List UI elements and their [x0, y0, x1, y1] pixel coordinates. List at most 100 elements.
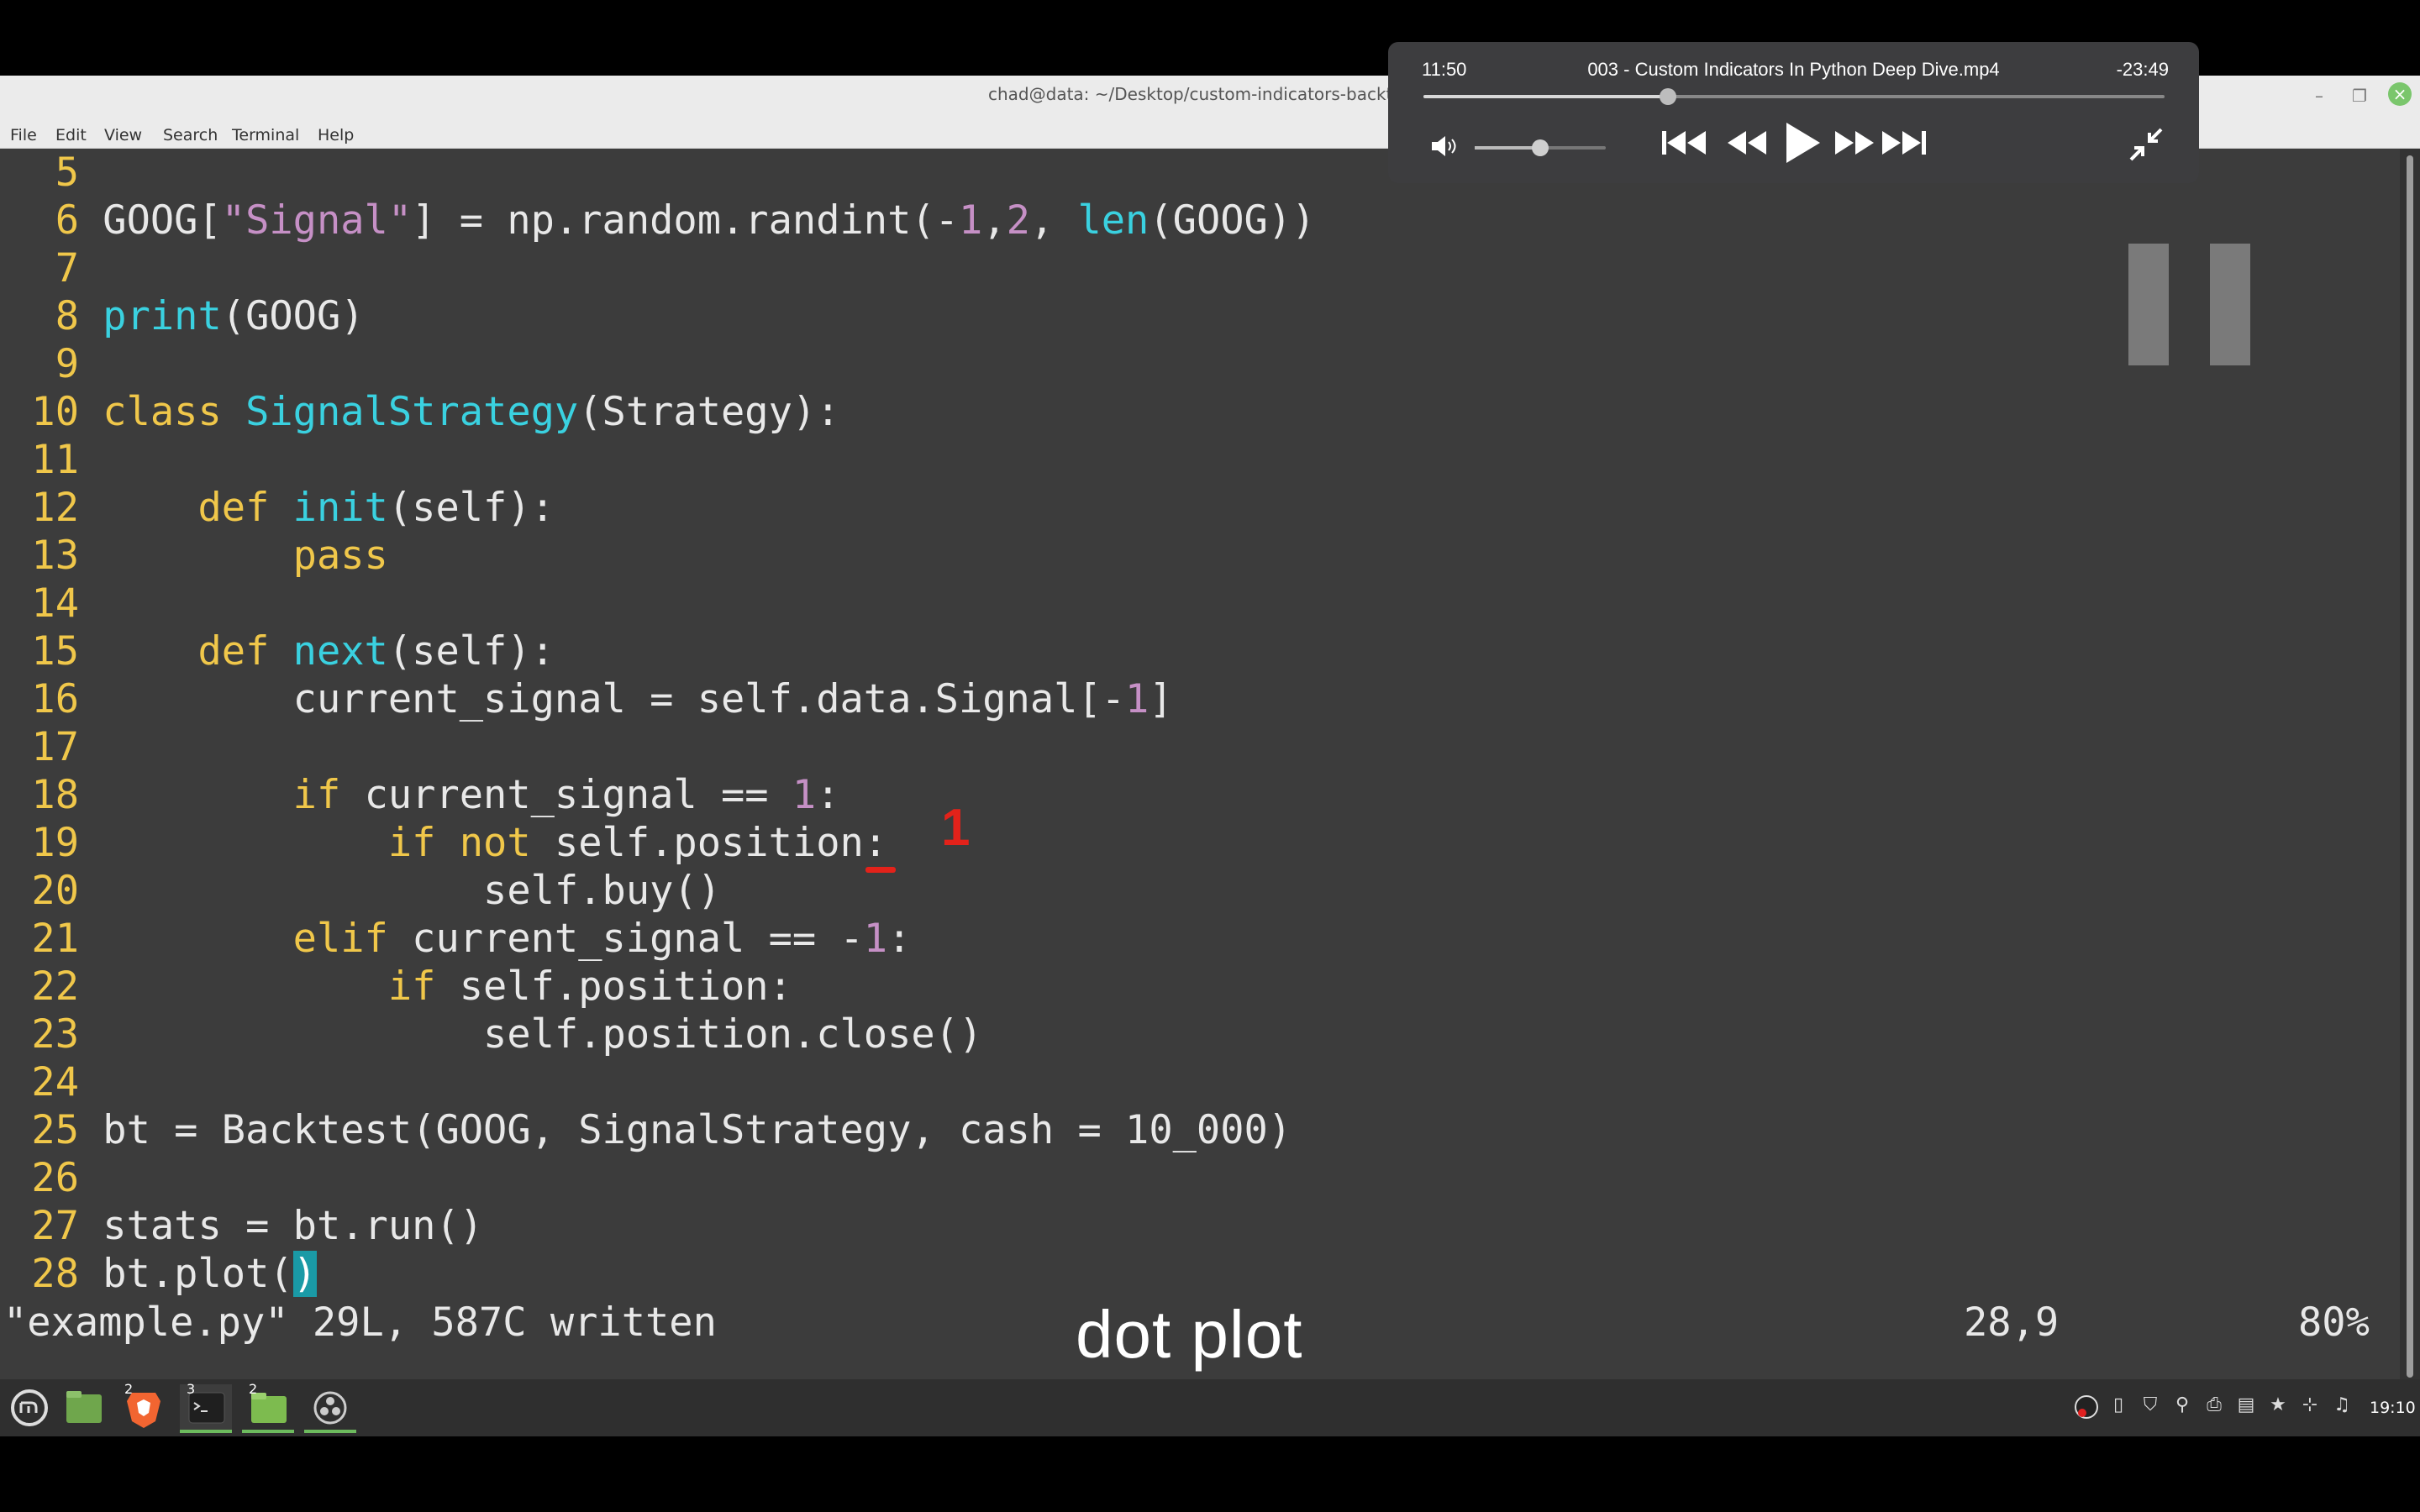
terminal-active-indicator — [180, 1430, 232, 1433]
code-token: self.position.close() — [103, 1011, 983, 1058]
code-line: 7 — [0, 244, 103, 292]
code-line: 15 def next(self): — [0, 627, 555, 675]
close-icon[interactable]: × — [2388, 82, 2412, 106]
code-token: (Strategy): — [578, 389, 840, 435]
brave-badge: 2 — [124, 1381, 134, 1397]
terminal-editor[interactable]: 5 6 GOOG["Signal"] = np.random.randint(-… — [0, 149, 2400, 1379]
folder-active-indicator — [242, 1430, 294, 1433]
line-number: 7 — [55, 245, 79, 291]
code-line: 26 — [0, 1154, 103, 1202]
skip-back-icon[interactable] — [1659, 124, 1709, 165]
code-token: GOOG[ — [103, 197, 222, 244]
taskbar — [0, 1379, 2420, 1436]
code-line: 5 — [0, 149, 103, 197]
cursor-position: 28,9 — [1964, 1299, 2060, 1346]
location-icon[interactable]: ⚲ — [2171, 1394, 2193, 1420]
menu-search[interactable]: Search — [163, 126, 218, 144]
obs-icon[interactable] — [304, 1384, 356, 1431]
code-line: 24 — [0, 1058, 103, 1106]
folder-badge: 2 — [249, 1381, 258, 1397]
code-token: ] — [1149, 676, 1173, 722]
maximize-icon[interactable]: ❐ — [2348, 84, 2371, 108]
obs-tray-icon[interactable] — [2074, 1394, 2098, 1420]
code-line: 20 self.buy() — [0, 867, 721, 915]
code-token: if — [103, 963, 460, 1010]
code-token: , — [982, 197, 1007, 244]
clipboard-icon[interactable]: ▯ — [2107, 1394, 2129, 1420]
code-token: def — [103, 628, 293, 675]
volume-fill — [1475, 146, 1540, 150]
code-line: 14 — [0, 580, 103, 627]
line-number: 24 — [31, 1059, 79, 1105]
window-title: chad@data: ~/Desktop/custom-indicators-b… — [988, 84, 1418, 104]
fast-forward-icon[interactable] — [1832, 124, 1879, 165]
annotation-dash — [865, 867, 896, 873]
code-token: bt = Backtest(GOOG, SignalStrategy, cash… — [103, 1107, 1292, 1153]
code-line: 16 current_signal = self.data.Signal[-1] — [0, 675, 1173, 723]
menu-help[interactable]: Help — [318, 126, 354, 144]
text-cursor: ) — [292, 1251, 317, 1297]
media-player-overlay[interactable]: 11:50 003 - Custom Indicators In Python … — [1388, 42, 2199, 183]
code-line: 17 — [0, 723, 103, 771]
pause-icon-left-bar — [2128, 244, 2169, 365]
scrollbar-thumb[interactable] — [2407, 155, 2413, 1378]
code-line: 27 stats = bt.run() — [0, 1202, 483, 1250]
code-token: 1 — [863, 916, 888, 962]
code-token: (self): — [387, 485, 555, 531]
player-remaining: -23:49 — [2116, 59, 2169, 80]
code-token: self.position: — [459, 963, 792, 1010]
play-icon[interactable] — [1780, 119, 1823, 170]
line-number: 28 — [31, 1251, 79, 1297]
menu-file[interactable]: File — [10, 126, 37, 144]
music-icon[interactable]: ♫ — [2331, 1394, 2353, 1420]
code-line: 23 self.position.close() — [0, 1011, 982, 1058]
menu-terminal[interactable]: Terminal — [232, 126, 299, 144]
code-token: current_signal == — [364, 772, 792, 818]
taskbar-clock[interactable]: 19:10 — [2370, 1399, 2416, 1417]
code-line: 21 elif current_signal == -1: — [0, 915, 911, 963]
code-token: class — [103, 389, 246, 435]
files-icon[interactable] — [57, 1384, 109, 1431]
line-number: 13 — [31, 533, 79, 579]
document-icon[interactable]: ▤ — [2235, 1394, 2257, 1420]
minimize-icon[interactable]: – — [2307, 84, 2331, 108]
letterbox-bottom — [0, 1436, 2420, 1512]
menu-edit[interactable]: Edit — [55, 126, 87, 144]
pause-icon-right-bar — [2210, 244, 2250, 365]
network-icon[interactable]: ⊹ — [2299, 1394, 2321, 1420]
star-icon[interactable]: ★ — [2267, 1394, 2289, 1420]
code-token: 2 — [1006, 197, 1030, 244]
rewind-icon[interactable] — [1723, 124, 1770, 165]
code-token: current_signal == - — [412, 916, 864, 962]
code-line: 28 bt.plot() — [0, 1250, 317, 1298]
line-number: 12 — [31, 485, 79, 531]
player-seek-knob[interactable] — [1660, 88, 1677, 105]
code-token: : — [816, 772, 840, 818]
code-line: 6 GOOG["Signal"] = np.random.randint(-1,… — [0, 197, 1316, 244]
skip-forward-icon[interactable] — [1879, 124, 1929, 165]
shield-icon[interactable]: ⛉ — [2139, 1394, 2161, 1420]
line-number: 17 — [31, 724, 79, 770]
volume-icon[interactable] — [1428, 133, 1459, 163]
video-caption: dot plot — [1076, 1297, 1303, 1372]
volume-slider[interactable] — [1475, 139, 1606, 156]
line-number: 8 — [55, 293, 79, 339]
obs-active-indicator — [304, 1430, 356, 1433]
code-token: , — [1029, 197, 1078, 244]
volume-knob[interactable] — [1532, 139, 1549, 156]
scroll-percent: 80% — [2298, 1299, 2370, 1346]
printer-icon[interactable]: ⎙ — [2203, 1394, 2225, 1420]
code-token: bt.plot — [103, 1251, 270, 1297]
menu-view[interactable]: View — [104, 126, 142, 144]
player-title: 003 - Custom Indicators In Python Deep D… — [1587, 59, 2000, 80]
code-line: 9 — [0, 340, 103, 388]
code-token: ] = np.random.randint(- — [412, 197, 959, 244]
line-number: 14 — [31, 580, 79, 627]
code-token: if — [103, 772, 365, 818]
line-number: 22 — [31, 963, 79, 1010]
screen: chad@data: ~/Desktop/custom-indicators-b… — [0, 0, 2420, 1512]
exit-fullscreen-icon[interactable] — [2128, 126, 2165, 166]
code-line: 25 bt = Backtest(GOOG, SignalStrategy, c… — [0, 1106, 1292, 1154]
player-seek-bar[interactable] — [1423, 88, 2165, 105]
mint-menu-icon[interactable] — [2, 1384, 54, 1431]
